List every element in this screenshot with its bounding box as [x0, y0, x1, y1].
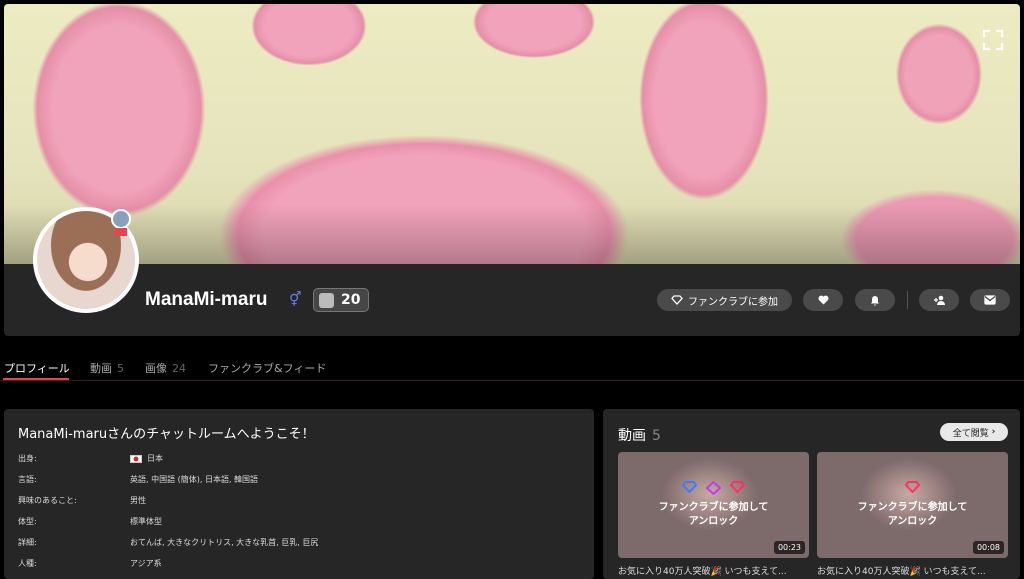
tab-images-label: 画像: [145, 362, 167, 375]
active-tab-indicator: [3, 378, 69, 380]
level-icon: [319, 292, 334, 308]
notification-button[interactable]: [855, 289, 895, 311]
join-fanclub-button[interactable]: ファンクラブに参加: [657, 289, 792, 311]
info-label: 興味のあること:: [18, 496, 77, 505]
welcome-title: ManaMi-maruさんのチャットルームへようこそ！: [18, 427, 315, 442]
cover-banner: [4, 4, 1020, 264]
video-thumbnail[interactable]: ファンクラブに参加して アンロック 00:23: [618, 452, 809, 558]
tab-videos[interactable]: 動画 5: [90, 360, 124, 376]
tab-videos-count: 5: [117, 362, 124, 375]
tab-images[interactable]: 画像 24: [145, 360, 186, 376]
info-label: 体型:: [18, 517, 37, 526]
video-duration: 00:23: [773, 541, 805, 554]
expand-icon[interactable]: [982, 29, 1004, 51]
fanclub-tier-icons: [618, 481, 809, 495]
join-fanclub-label: ファンクラブに参加: [688, 296, 778, 308]
info-value: アジア系: [130, 559, 162, 568]
diamond-icon: [671, 295, 683, 305]
tab-images-count: 24: [172, 362, 186, 375]
info-label: 詳細:: [18, 538, 37, 547]
info-label: 言語:: [18, 475, 37, 484]
info-label: 人種:: [18, 559, 37, 568]
status-badge-icon: [111, 209, 131, 229]
videos-title: 動画 5: [618, 425, 661, 445]
red-diamond-icon: [730, 481, 745, 493]
japan-flag-icon: [130, 454, 142, 463]
level-number: 20: [341, 292, 361, 308]
mail-icon: [984, 295, 996, 305]
videos-title-text: 動画: [618, 428, 646, 444]
unlock-line-1: ファンクラブに参加して: [658, 502, 769, 513]
add-friend-button[interactable]: [919, 289, 959, 311]
level-badge: 20: [313, 288, 369, 312]
chevron-right-icon: ›: [991, 427, 996, 437]
profile-tabs: プロフィール 動画 5 画像 24 ファンクラブ&フィード: [0, 355, 1024, 381]
blue-diamond-icon: [682, 481, 697, 493]
username: ManaMi-maru: [145, 289, 268, 310]
message-button[interactable]: [970, 289, 1010, 311]
view-all-label: 全て閲覧: [952, 428, 989, 439]
info-value: 男性: [130, 496, 146, 505]
video-duration: 00:08: [972, 541, 1004, 554]
unlock-message: ファンクラブに参加して アンロック: [618, 501, 809, 529]
tab-fanclub-feed[interactable]: ファンクラブ&フィード: [208, 360, 326, 376]
add-user-icon: [933, 295, 945, 305]
bell-icon: [871, 295, 879, 305]
video-thumbnail[interactable]: ファンクラブに参加して アンロック 00:08: [817, 452, 1008, 558]
tab-profile[interactable]: プロフィール: [4, 360, 70, 376]
fanclub-tier-icons: [817, 481, 1008, 493]
view-all-button[interactable]: 全て閲覧 ›: [940, 423, 1008, 441]
favorite-button[interactable]: [803, 289, 843, 311]
unlock-line-1: ファンクラブに参加して: [857, 502, 968, 513]
purple-diamond-icon: [706, 481, 721, 495]
unlock-line-2: アンロック: [688, 516, 739, 527]
info-value: 日本: [130, 453, 163, 464]
tab-videos-label: 動画: [90, 362, 112, 375]
info-value: 標準体型: [130, 517, 162, 526]
heart-icon: [817, 295, 829, 305]
info-value-text: 日本: [147, 454, 163, 463]
red-diamond-icon: [905, 481, 920, 493]
gender-icon: ⚥: [289, 292, 302, 308]
unlock-line-2: アンロック: [887, 516, 938, 527]
ribbon-icon: [115, 228, 127, 236]
video-caption[interactable]: お気に入り40万人突破🎉 いつも支えて...: [817, 564, 986, 577]
info-value: 英語, 中国語 (簡体), 日本語, 韓国語: [130, 475, 259, 484]
video-caption[interactable]: お気に入り40万人突破🎉 いつも支えて...: [618, 564, 787, 577]
tab-fanclub-feed-label: ファンクラブ&フィード: [208, 362, 327, 375]
unlock-message: ファンクラブに参加して アンロック: [817, 501, 1008, 529]
videos-count: 5: [652, 428, 661, 444]
info-label: 出身:: [18, 454, 37, 463]
divider: [907, 291, 908, 309]
tab-profile-label: プロフィール: [4, 362, 70, 375]
info-value: おてんば, 大きなクリトリス, 大きな乳首, 巨乳, 巨尻: [130, 538, 319, 547]
